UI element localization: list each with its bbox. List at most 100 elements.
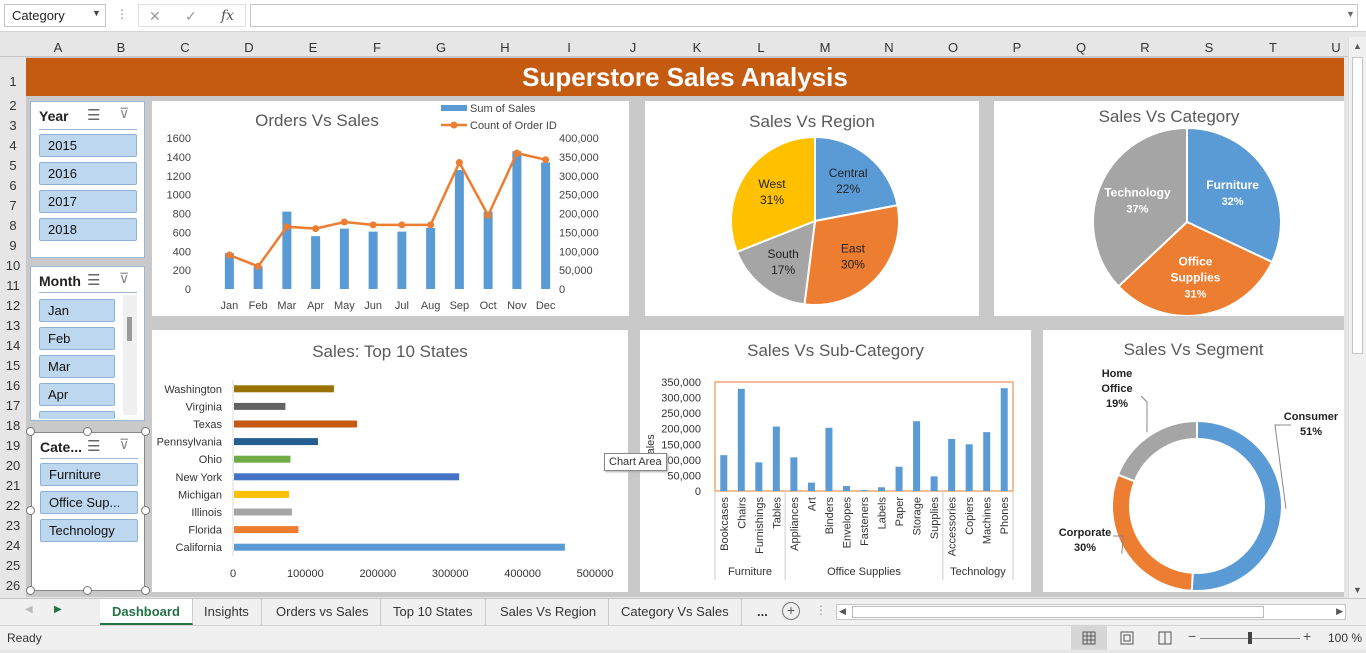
enter-icon[interactable]: ✓ xyxy=(185,8,197,25)
year-item[interactable]: 2016 xyxy=(39,162,137,185)
sales-vs-region-chart[interactable]: Sales Vs Region Central 22% East 30% South 17… xyxy=(645,101,979,316)
zoom-slider-thumb[interactable] xyxy=(1248,632,1252,644)
row-header[interactable]: 21 xyxy=(0,478,26,493)
sheet-tab[interactable]: Orders vs Sales xyxy=(264,599,382,625)
sheet-tab[interactable]: ... xyxy=(745,599,780,625)
column-header[interactable]: N xyxy=(879,40,899,55)
column-header[interactable]: U xyxy=(1326,40,1346,55)
column-header[interactable]: Q xyxy=(1071,40,1091,55)
column-header[interactable]: L xyxy=(751,40,771,55)
slicer-scrollbar[interactable] xyxy=(123,295,137,415)
row-header[interactable]: 7 xyxy=(0,198,26,213)
scroll-left-icon[interactable]: ◀ xyxy=(839,606,846,617)
column-header[interactable]: B xyxy=(111,40,131,55)
column-header[interactable]: E xyxy=(303,40,323,55)
scroll-right-icon[interactable]: ▶ xyxy=(1336,606,1343,617)
row-header[interactable]: 17 xyxy=(0,398,26,413)
zoom-in-icon[interactable]: + xyxy=(1303,628,1311,644)
multi-select-icon[interactable]: ☰ xyxy=(87,271,100,289)
row-header[interactable]: 12 xyxy=(0,298,26,313)
month-slicer[interactable]: Month ☰ ⊽ Jan Feb Mar Apr xyxy=(30,266,145,421)
scroll-up-icon[interactable]: ▲ xyxy=(1353,41,1362,51)
clear-filter-icon[interactable]: ⊽ xyxy=(119,105,129,122)
sheet-tab[interactable]: Category Vs Sales xyxy=(609,599,742,625)
row-header[interactable]: 14 xyxy=(0,338,26,353)
row-header[interactable]: 20 xyxy=(0,458,26,473)
column-header[interactable]: H xyxy=(495,40,515,55)
vertical-scrollbar[interactable]: ▲ ▼ xyxy=(1348,37,1366,599)
resize-handle[interactable] xyxy=(26,506,35,515)
row-header[interactable]: 15 xyxy=(0,358,26,373)
column-header[interactable]: G xyxy=(431,40,451,55)
row-header[interactable]: 25 xyxy=(0,558,26,573)
page-break-button[interactable] xyxy=(1150,626,1180,653)
row-headers[interactable]: 1 2 3 4 5 6 7 8 9 10 11 12 13 14 15 16 17 18 19 20 21 22 23 24 2… xyxy=(0,57,26,597)
clear-filter-icon[interactable]: ⊽ xyxy=(119,270,129,287)
category-slicer[interactable]: Cate... ☰ ⊽ Furniture Office Sup... Tech… xyxy=(31,432,145,591)
row-header[interactable]: 8 xyxy=(0,218,26,233)
row-header[interactable]: 26 xyxy=(0,578,26,593)
row-header[interactable]: 2 xyxy=(0,98,26,113)
scroll-down-icon[interactable]: ▼ xyxy=(1353,585,1362,595)
orders-vs-sales-chart[interactable]: Orders Vs Sales 1600 1400 1200 1000 800 600 40… xyxy=(152,101,629,316)
sales-vs-subcategory-chart[interactable]: Sales Vs Sub-Category 350,000 300,000 250,… xyxy=(640,330,1031,592)
column-header[interactable]: C xyxy=(175,40,195,55)
resize-handle[interactable] xyxy=(83,427,92,436)
column-header[interactable]: M xyxy=(815,40,835,55)
resize-handle[interactable] xyxy=(141,586,150,595)
resize-handle[interactable] xyxy=(141,506,150,515)
column-header[interactable]: S xyxy=(1199,40,1219,55)
zoom-out-icon[interactable]: − xyxy=(1188,628,1196,644)
row-header[interactable]: 11 xyxy=(0,278,26,293)
row-header[interactable]: 10 xyxy=(0,258,26,273)
resize-handle[interactable] xyxy=(83,586,92,595)
row-header[interactable]: 19 xyxy=(0,438,26,453)
multi-select-icon[interactable]: ☰ xyxy=(87,437,100,455)
year-item[interactable]: 2018 xyxy=(39,218,137,241)
sheet-tab[interactable]: Dashboard xyxy=(100,599,193,625)
month-item[interactable]: Feb xyxy=(39,327,115,350)
month-item[interactable]: Jan xyxy=(39,299,115,322)
column-header[interactable]: R xyxy=(1135,40,1155,55)
top10-states-chart[interactable]: Sales: Top 10 States Washington Virginia T… xyxy=(152,330,628,592)
row-header[interactable]: 16 xyxy=(0,378,26,393)
resize-handle[interactable] xyxy=(26,427,35,436)
page-layout-button[interactable] xyxy=(1112,626,1142,653)
category-item[interactable]: Office Sup... xyxy=(40,491,138,514)
multi-select-icon[interactable]: ☰ xyxy=(87,106,100,124)
column-header[interactable]: I xyxy=(559,40,579,55)
row-header[interactable]: 22 xyxy=(0,498,26,513)
resize-handle[interactable] xyxy=(141,427,150,436)
sales-vs-segment-chart[interactable]: Sales Vs Segment Consumer 51% Corporate 30%… xyxy=(1043,330,1344,592)
row-header[interactable]: 4 xyxy=(0,138,26,153)
formula-input[interactable] xyxy=(250,4,1358,27)
clear-filter-icon[interactable]: ⊽ xyxy=(119,436,129,453)
scroll-thumb[interactable] xyxy=(1352,57,1363,354)
column-header[interactable]: O xyxy=(943,40,963,55)
cancel-icon[interactable]: ✕ xyxy=(149,8,161,25)
row-header[interactable]: 13 xyxy=(0,318,26,333)
row-header[interactable]: 6 xyxy=(0,178,26,193)
sales-vs-category-chart[interactable]: Sales Vs Category Furniture 32% Office Supp… xyxy=(994,101,1344,316)
month-item[interactable] xyxy=(39,411,115,419)
column-headers[interactable]: A B C D E F G H I J K L M N O P Q R S T U xyxy=(0,37,1350,57)
row-header[interactable]: 24 xyxy=(0,538,26,553)
year-item[interactable]: 2015 xyxy=(39,134,137,157)
sheet-tab[interactable]: Sales Vs Region xyxy=(488,599,610,625)
horizontal-scrollbar[interactable]: ◀ ▶ xyxy=(836,604,1346,620)
sheet-tab[interactable]: Top 10 States xyxy=(381,599,486,625)
year-item[interactable]: 2017 xyxy=(39,190,137,213)
column-header[interactable]: T xyxy=(1263,40,1283,55)
column-header[interactable]: P xyxy=(1007,40,1027,55)
column-header[interactable]: K xyxy=(687,40,707,55)
normal-view-button[interactable] xyxy=(1071,626,1107,650)
category-item[interactable]: Furniture xyxy=(40,463,138,486)
column-header[interactable]: J xyxy=(623,40,643,55)
column-header[interactable]: D xyxy=(239,40,259,55)
row-header[interactable]: 23 xyxy=(0,518,26,533)
function-icon[interactable]: fx xyxy=(221,8,234,24)
prev-sheet-icon[interactable]: ◀ xyxy=(25,604,33,615)
row-header[interactable]: 9 xyxy=(0,238,26,253)
row-header[interactable]: 3 xyxy=(0,118,26,133)
column-header[interactable]: F xyxy=(367,40,387,55)
